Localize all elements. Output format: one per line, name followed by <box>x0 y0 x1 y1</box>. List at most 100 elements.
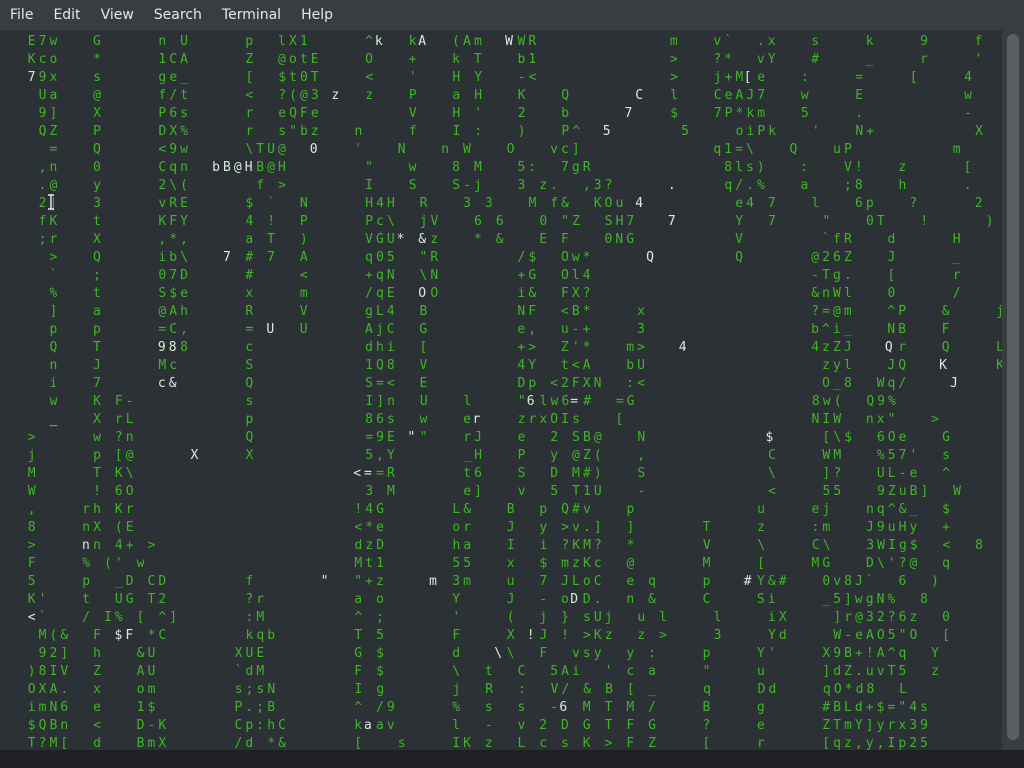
highlight-char: = <box>570 394 578 409</box>
highlight-char: = <box>364 466 372 481</box>
menu-edit[interactable]: Edit <box>43 0 90 30</box>
highlight-char: B <box>223 160 231 175</box>
highlight-char: W <box>505 34 513 49</box>
highlight-char: X <box>190 448 198 463</box>
vertical-scrollbar[interactable] <box>1002 30 1024 750</box>
highlight-char: b <box>212 160 220 175</box>
highlight-char: 7 <box>624 106 632 121</box>
terminal-line: j p [@ X 5,Y _H P y @Z( , C WM %57' s <box>6 448 950 463</box>
terminal-line: > 4n 4+ > dzD ha I i ?KM? * V \ C\ 3WIg$… <box>6 538 983 553</box>
terminal-line: fK t KFY 4 ! P Pc\ jV 6 6 0 "Z SH7 Y 7 "… <box>6 214 1002 229</box>
highlight-char: < <box>353 466 361 481</box>
terminal-line: = Q <9w \TU@ 0 ' N n W O vc] q1=\ Q uP m… <box>6 142 1002 157</box>
terminal-line: OXA. x om s;sN I g j R : V/ & B [ _ q Dd… <box>6 682 907 697</box>
menu-terminal[interactable]: Terminal <box>212 0 291 30</box>
highlight-char: \ <box>494 646 502 661</box>
menu-view[interactable]: View <box>91 0 144 30</box>
highlight-char: 5 <box>603 124 611 139</box>
terminal-line: QZ P DX% r s"bz n f I : ) P^ 5 oiPk ' N+… <box>6 124 983 139</box>
highlight-char: H <box>245 160 253 175</box>
highlight-char: " <box>321 574 329 589</box>
terminal-area[interactable]: E7w G n U p lX1 ^ k (Am WR m v` .x s k 9… <box>0 30 1002 750</box>
highlight-char: # <box>744 574 752 589</box>
terminal-line: F % (' w Mt1 55 x $ mzKc @ M [ MG D\'?@ … <box>6 556 950 571</box>
terminal-line: 92] h &U XUE G $ d \ F vsy y : p Y' X9B+… <box>6 646 939 661</box>
terminal-line: i 7 c& Q S=< E Dp <2FXN :< O_8 Wq/ J <box>6 376 1002 391</box>
highlight-char: J <box>950 376 958 391</box>
terminal-line: ] a @Ah R V gL4 B NF <B* x ?=@m ^P & j <box>6 304 1002 319</box>
terminal-line: > Q ib\ # 7 A q05 "R /$ Ow* Q @26Z J _ l <box>6 250 1002 265</box>
menu-bar: File Edit View Search Terminal Help <box>0 0 1024 30</box>
menu-search[interactable]: Search <box>144 0 212 30</box>
terminal-line: p p =C, = U AjC G e, u-+ 3 b^i_ NB F <box>6 322 993 337</box>
highlight-char: 4 <box>679 340 687 355</box>
terminal-line: .@ y 2\( f > I S S-j 3 z. ,3? q/.% a ;8 … <box>6 178 1002 193</box>
terminal-line: T?M[ d BmX /d *& [ s IK z L c s K > F Z … <box>6 736 928 750</box>
highlight-char: 7 <box>668 214 676 229</box>
highlight-char: K <box>939 358 947 373</box>
window-bottom-edge <box>0 750 1024 768</box>
highlight-char: 8 <box>169 340 177 355</box>
terminal-line: M T K\ <=R t6 S D M#) S \ ]? UL-e ^ <box>6 466 950 481</box>
highlight-char: D <box>570 592 578 607</box>
highlight-char: C <box>635 88 643 103</box>
highlight-char: 7 <box>28 70 36 85</box>
terminal-line: , rh Kr !4G L& B p Q#v p u ej nq^&_ $ <box>6 502 950 517</box>
terminal-line: Q T #98 c dhi [ +> Z'* m> 4zZJ :r Q L <box>6 340 1002 355</box>
terminal-line: ;r X ,*, a T ) VGU az * & E F 0NG V `fR … <box>6 232 1002 247</box>
terminal-line: ` ; 07D # < +qN \N +G Ol4 -Tg. [ r J <box>6 268 1002 283</box>
highlight-char: F <box>125 628 133 643</box>
highlight-char: 6 <box>527 394 535 409</box>
scrollbar-thumb[interactable] <box>1007 34 1019 740</box>
highlight-char: Q <box>885 340 893 355</box>
menu-help[interactable]: Help <box>291 0 343 30</box>
highlight-char: 4 <box>635 196 643 211</box>
terminal-line: ,n 0 Cqn bB@H " w 8 M 5: 7gR 8ls) : V! z… <box>6 160 1002 175</box>
highlight-char: [ <box>744 70 752 85</box>
highlight-char: O <box>418 286 426 301</box>
menu-file[interactable]: File <box>0 0 43 30</box>
highlight-char: 9 <box>158 340 166 355</box>
highlight-char: A <box>418 34 426 49</box>
highlight-char: & <box>169 376 177 391</box>
i-beam-cursor-icon <box>48 194 54 210</box>
matrix-rain-output: E7w G n U p lX1 ^ k (Am WR m v` .x s k 9… <box>6 33 1002 750</box>
highlight-char: r <box>473 412 481 427</box>
highlight-char: $ <box>115 628 123 643</box>
terminal-line: 2| 3 vRE $ ` N H4H R 3 3 M f& KOu e4 7 l… <box>6 196 1002 211</box>
terminal-line: imN6 e 1$ P.;B ^ /9 % s s -6 M T M / B g… <box>6 700 928 715</box>
highlight-char: $ <box>766 430 774 445</box>
highlight-char: c <box>158 376 166 391</box>
highlight-char: . <box>668 178 676 193</box>
highlight-char: m <box>429 574 437 589</box>
highlight-char: 0 <box>310 142 318 157</box>
highlight-char: 6 <box>559 700 567 715</box>
highlight-char: ! <box>527 628 535 643</box>
highlight-char: n <box>82 538 90 553</box>
terminal-line: 5 p _D CD f "+z 3m u 7 JLoC e q p Y&# 0v… <box>6 574 939 589</box>
terminal-line: % t S$e x m /qE XO i& FX? &nWl 0 / o <box>6 286 1002 301</box>
terminal-line: w K F- s I]n U l "5lw6S# =G 8w( Q9% <box>6 394 896 409</box>
highlight-char: k <box>375 34 383 49</box>
highlight-char: _ <box>49 412 57 427</box>
terminal-line: $QBn < D-K Cp:hC k av l - v 2 D G T F G … <box>6 718 928 733</box>
highlight-char: < <box>28 610 36 625</box>
highlight-char: * <box>397 232 405 247</box>
terminal-line: W ! 6O 3 M e] v 5 T1U - < 55 9ZuB] W <box>6 484 961 499</box>
highlight-char: 7 <box>223 250 231 265</box>
highlight-char: a <box>364 718 372 733</box>
highlight-char: & <box>418 232 426 247</box>
highlight-char: @ <box>234 160 242 175</box>
highlight-char: Q <box>646 250 654 265</box>
terminal-line: <` / I% [ ^] :M ^ ; ' ( j } sUj u l l iX… <box>6 610 950 625</box>
terminal-line: 79x s ge_ [ $t0T < ' H Y -< > j+MTe : = … <box>6 70 972 85</box>
terminal-line: M(& F $F *C kqb T 5 F X J ! >Kz z > 3 Yd… <box>6 628 950 643</box>
terminal-line: 8 nX (E <*e or J y >v.] ] T z :m J9uHy + <box>6 520 950 535</box>
terminal-line: Ua @ f/t < ?(@3 z P a H K Q l CeAJ7 w E … <box>6 88 972 103</box>
terminal-line: n J Mc S 1Q8 V 4Y t<A bU zyl JQ K <box>6 358 1002 373</box>
highlight-char: U <box>266 322 274 337</box>
highlight-char: " <box>407 430 415 445</box>
highlight-char: z <box>332 88 340 103</box>
terminal-line: > w ?n Q =9E " rJ e 2 SB@ N H [\$ 6Oe G <box>6 430 950 445</box>
terminal-line: E7w G n U p lX1 ^ k (Am WR m v` .x s k 9… <box>6 34 1002 49</box>
